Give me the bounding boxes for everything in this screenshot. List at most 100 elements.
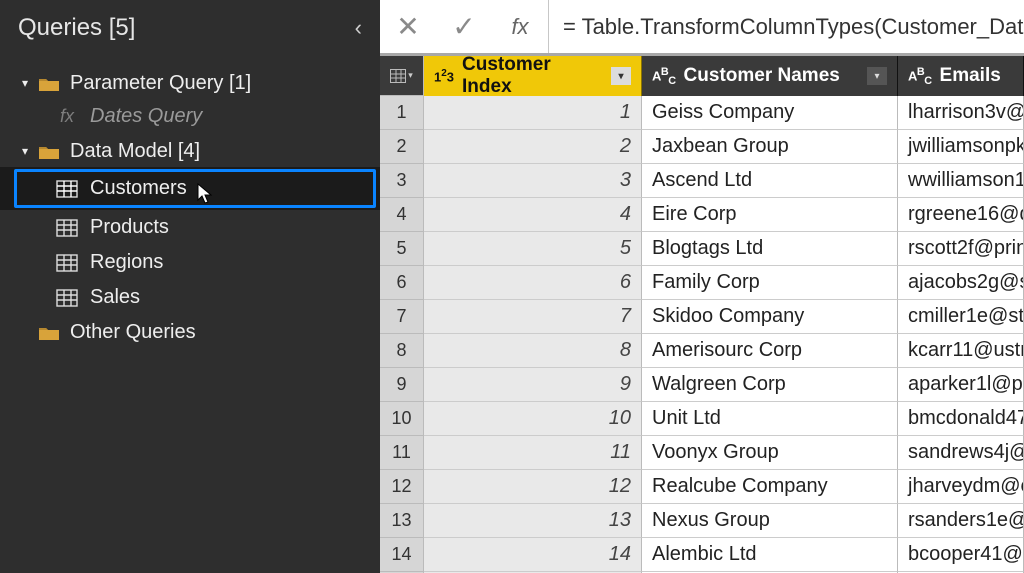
group-parameter-query[interactable]: ▾ Parameter Query [1]	[0, 66, 380, 99]
row-number[interactable]: 13	[380, 504, 424, 538]
row-number[interactable]: 8	[380, 334, 424, 368]
cell-customer-index[interactable]: 7	[424, 300, 642, 334]
cell-customer-index[interactable]: 10	[424, 402, 642, 436]
query-label: Customers	[90, 177, 187, 200]
cell-customer-index[interactable]: 13	[424, 504, 642, 538]
table-icon	[56, 289, 78, 307]
cell-customer-name[interactable]: Unit Ltd	[642, 402, 898, 436]
cell-email[interactable]: jwilliamsonpk@	[898, 130, 1024, 164]
cell-customer-index[interactable]: 5	[424, 232, 642, 266]
cancel-formula-button[interactable]: ✕	[380, 0, 436, 53]
row-number[interactable]: 1	[380, 96, 424, 130]
cell-customer-index[interactable]: 12	[424, 470, 642, 504]
cell-email[interactable]: bmcdonald47@jc	[898, 402, 1024, 436]
cell-customer-name[interactable]: Ascend Ltd	[642, 164, 898, 198]
table-row[interactable]: 1212Realcube Companyjharveydm@etsy.	[380, 470, 1024, 504]
col-header-customer-index[interactable]: 123 Customer Index ▾	[424, 56, 642, 96]
collapse-pane-button[interactable]: ‹	[355, 15, 362, 41]
table-row[interactable]: 77Skidoo Companycmiller1e@statco	[380, 300, 1024, 334]
cell-customer-name[interactable]: Geiss Company	[642, 96, 898, 130]
cell-customer-index[interactable]: 4	[424, 198, 642, 232]
cell-customer-name[interactable]: Walgreen Corp	[642, 368, 898, 402]
queries-header: Queries [5] ‹	[0, 0, 380, 60]
cell-customer-name[interactable]: Jaxbean Group	[642, 130, 898, 164]
table-row[interactable]: 33Ascend Ltdwwilliamson1g@	[380, 164, 1024, 198]
filter-dropdown-icon[interactable]: ▾	[611, 67, 631, 85]
cell-email[interactable]: cmiller1e@statco	[898, 300, 1024, 334]
main-area: ✕ ✓ fx = Table.TransformColumnTypes(Cust…	[380, 0, 1024, 573]
table-row[interactable]: 1414Alembic Ltdbcooper41@guar	[380, 538, 1024, 572]
query-products[interactable]: Products	[0, 210, 380, 245]
query-regions[interactable]: Regions	[0, 245, 380, 280]
caret-down-icon: ▾	[22, 144, 28, 158]
cell-customer-name[interactable]: Nexus Group	[642, 504, 898, 538]
table-row[interactable]: 44Eire Corprgreene16@devia	[380, 198, 1024, 232]
group-label: Other Queries	[70, 321, 196, 344]
chevron-down-icon: ▾	[408, 70, 413, 81]
cell-customer-name[interactable]: Realcube Company	[642, 470, 898, 504]
cell-customer-name[interactable]: Voonyx Group	[642, 436, 898, 470]
col-header-emails[interactable]: ABC Emails	[898, 56, 1024, 96]
cell-customer-index[interactable]: 11	[424, 436, 642, 470]
table-row[interactable]: 99Walgreen Corpaparker1l@pcwo	[380, 368, 1024, 402]
query-dates[interactable]: fx Dates Query	[0, 99, 380, 134]
cell-customer-index[interactable]: 2	[424, 130, 642, 164]
table-row[interactable]: 1313Nexus Grouprsanders1e@latin	[380, 504, 1024, 538]
row-number[interactable]: 4	[380, 198, 424, 232]
col-header-customer-names[interactable]: ABC Customer Names ▾	[642, 56, 898, 96]
group-other-queries[interactable]: Other Queries	[0, 315, 380, 348]
row-number[interactable]: 9	[380, 368, 424, 402]
filter-dropdown-icon[interactable]: ▾	[867, 67, 887, 85]
cell-email[interactable]: rscott2f@printfri	[898, 232, 1024, 266]
row-number[interactable]: 10	[380, 402, 424, 436]
cell-customer-name[interactable]: Family Corp	[642, 266, 898, 300]
query-customers[interactable]: Customers	[0, 167, 380, 210]
cell-customer-index[interactable]: 9	[424, 368, 642, 402]
row-number[interactable]: 3	[380, 164, 424, 198]
cell-customer-name[interactable]: Eire Corp	[642, 198, 898, 232]
table-row[interactable]: 66Family Corpajacobs2g@seatt	[380, 266, 1024, 300]
cell-customer-name[interactable]: Amerisourc Corp	[642, 334, 898, 368]
table-row[interactable]: 1111Voonyx Groupsandrews4j@cisc	[380, 436, 1024, 470]
cell-customer-index[interactable]: 6	[424, 266, 642, 300]
cell-customer-index[interactable]: 1	[424, 96, 642, 130]
table-row[interactable]: 22Jaxbean Groupjwilliamsonpk@	[380, 130, 1024, 164]
query-label: Sales	[90, 286, 140, 309]
row-number[interactable]: 14	[380, 538, 424, 572]
cell-email[interactable]: aparker1l@pcwo	[898, 368, 1024, 402]
row-number[interactable]: 5	[380, 232, 424, 266]
row-number[interactable]: 11	[380, 436, 424, 470]
table-row[interactable]: 88Amerisourc Corpkcarr11@ustream	[380, 334, 1024, 368]
table-row[interactable]: 55Blogtags Ltdrscott2f@printfri	[380, 232, 1024, 266]
cell-email[interactable]: ajacobs2g@seatt	[898, 266, 1024, 300]
cell-customer-name[interactable]: Alembic Ltd	[642, 538, 898, 572]
query-label: Regions	[90, 251, 163, 274]
cell-customer-name[interactable]: Skidoo Company	[642, 300, 898, 334]
cell-customer-index[interactable]: 14	[424, 538, 642, 572]
cell-email[interactable]: wwilliamson1g@	[898, 164, 1024, 198]
cell-customer-index[interactable]: 8	[424, 334, 642, 368]
row-number[interactable]: 7	[380, 300, 424, 334]
row-number[interactable]: 6	[380, 266, 424, 300]
group-data-model[interactable]: ▾ Data Model [4]	[0, 134, 380, 167]
commit-formula-button[interactable]: ✓	[436, 0, 492, 53]
col-caption: Emails	[940, 65, 1013, 87]
cell-email[interactable]: bcooper41@guar	[898, 538, 1024, 572]
cell-email[interactable]: lharrison3v@eep	[898, 96, 1024, 130]
row-number[interactable]: 2	[380, 130, 424, 164]
formula-input[interactable]: = Table.TransformColumnTypes(Customer_Da…	[548, 0, 1024, 53]
query-sales[interactable]: Sales	[0, 280, 380, 315]
table-row[interactable]: 1010Unit Ltdbmcdonald47@jc	[380, 402, 1024, 436]
grid-body: 11Geiss Companylharrison3v@eep22Jaxbean …	[380, 96, 1024, 573]
cell-email[interactable]: sandrews4j@cisc	[898, 436, 1024, 470]
cell-email[interactable]: rsanders1e@latin	[898, 504, 1024, 538]
cell-email[interactable]: rgreene16@devia	[898, 198, 1024, 232]
cell-customer-index[interactable]: 3	[424, 164, 642, 198]
select-all-cell[interactable]: ▾	[380, 56, 424, 96]
cell-email[interactable]: kcarr11@ustream	[898, 334, 1024, 368]
folder-icon	[38, 144, 60, 160]
cell-customer-name[interactable]: Blogtags Ltd	[642, 232, 898, 266]
row-number[interactable]: 12	[380, 470, 424, 504]
table-row[interactable]: 11Geiss Companylharrison3v@eep	[380, 96, 1024, 130]
cell-email[interactable]: jharveydm@etsy.	[898, 470, 1024, 504]
